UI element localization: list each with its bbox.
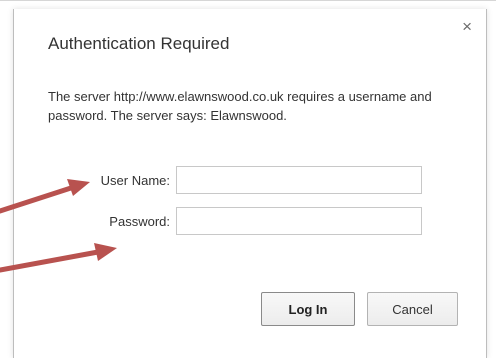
auth-dialog: × Authentication Required The server htt… bbox=[13, 9, 487, 358]
dialog-title: Authentication Required bbox=[48, 34, 230, 53]
password-label: Password: bbox=[109, 214, 170, 229]
window-top-border bbox=[0, 0, 496, 1]
cancel-button[interactable]: Cancel bbox=[367, 292, 458, 326]
screen: × Authentication Required The server htt… bbox=[0, 0, 496, 358]
login-button[interactable]: Log In bbox=[261, 292, 355, 326]
username-field[interactable] bbox=[176, 166, 422, 194]
username-label: User Name: bbox=[100, 173, 170, 188]
close-icon[interactable]: × bbox=[462, 18, 472, 35]
dialog-message: The server http://www.elawnswood.co.uk r… bbox=[48, 89, 432, 123]
password-field[interactable] bbox=[176, 207, 422, 235]
